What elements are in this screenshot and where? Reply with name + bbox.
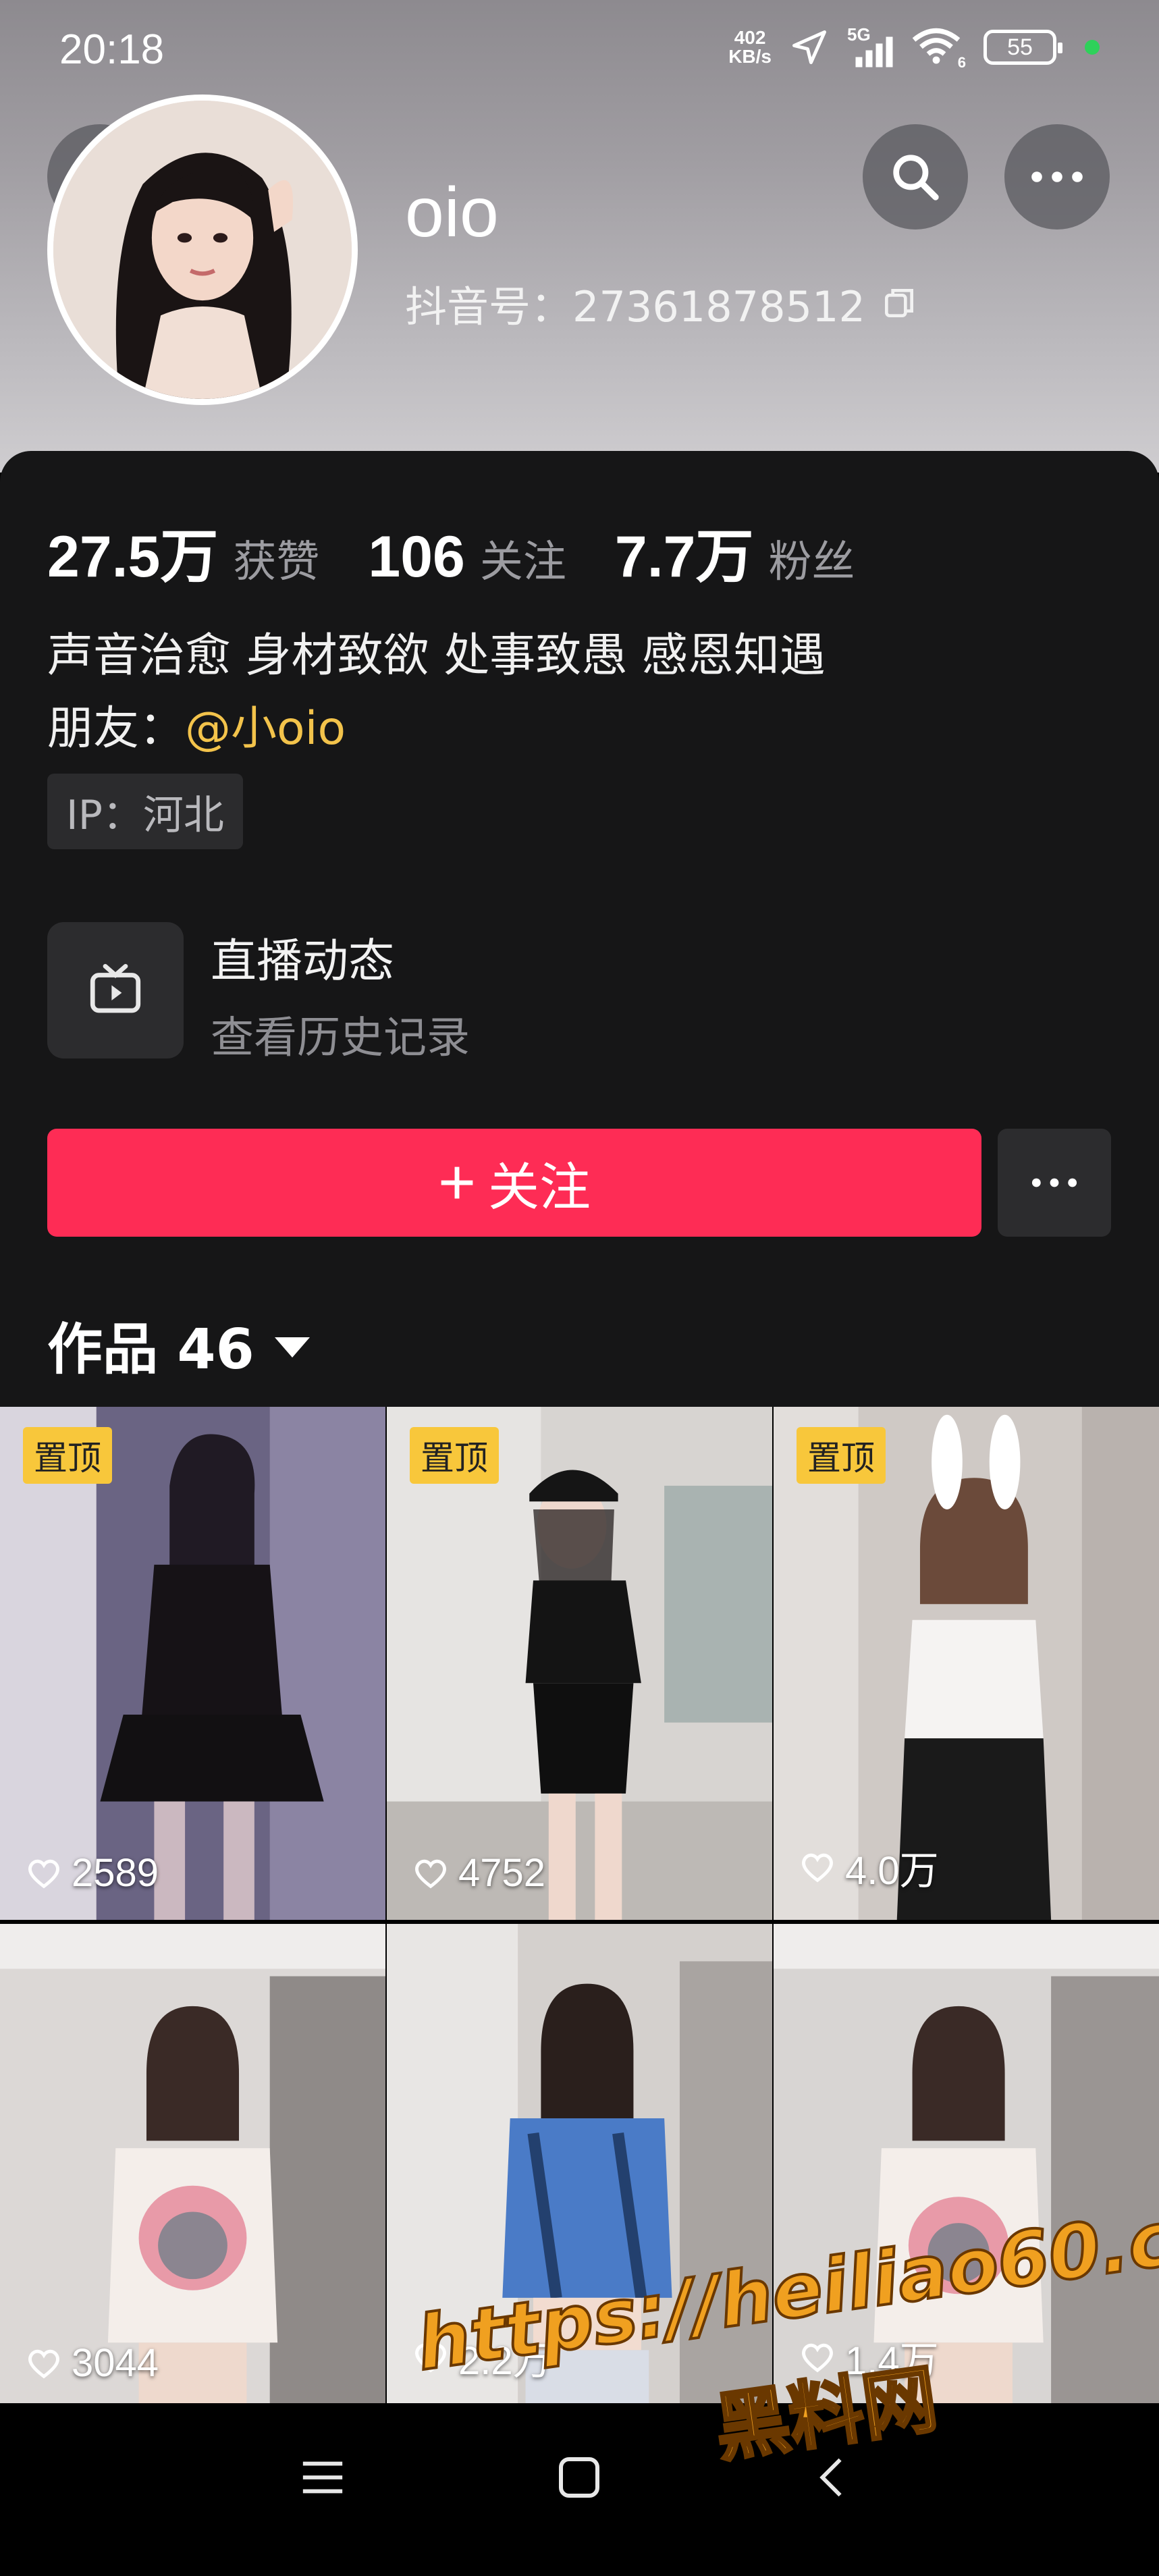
video-cover-image — [387, 1407, 772, 1920]
video-like-count: 3044 — [24, 2340, 159, 2386]
video-thumbnail[interactable]: 置顶 2589 — [0, 1407, 385, 1920]
video-thumbnail[interactable]: 置顶 4752 — [387, 1407, 772, 1920]
bio-friend-line: 朋友：@小oio — [47, 702, 346, 755]
ip-location-tag: IP：河北 — [47, 774, 243, 849]
stat-likes[interactable]: 27.5万 获赞 — [47, 509, 319, 593]
location-arrow-icon — [792, 30, 826, 64]
status-time: 20:18 — [59, 26, 165, 73]
video-thumbnail[interactable]: 3044 — [0, 1924, 385, 2406]
profile-bio: 声音治愈 身材致欲 处事致愚 感恩知遇 朋友：@小oio — [47, 620, 826, 766]
heart-icon — [28, 1859, 59, 1888]
stat-followers[interactable]: 7.7万 粉丝 — [615, 509, 855, 593]
pinned-badge: 置顶 — [23, 1427, 112, 1484]
status-icons: 402 KB/s 5G 6 55 — [728, 24, 1100, 71]
stat-following[interactable]: 106 关注 — [368, 524, 566, 591]
bio-text: 声音治愈 身材致欲 处事致愚 感恩知遇 — [47, 629, 826, 682]
douyin-id[interactable]: 抖音号：2736187851​2 — [405, 273, 918, 333]
caret-down-icon — [274, 1337, 310, 1358]
plus-icon: + — [437, 1146, 477, 1218]
live-history-title[interactable]: 直播动态 — [211, 923, 394, 990]
video-like-count: 4752 — [411, 1850, 545, 1896]
follow-button[interactable]: + 关注 — [47, 1129, 981, 1237]
more-options-button[interactable] — [1004, 124, 1110, 230]
follow-more-button[interactable] — [998, 1129, 1111, 1237]
tab-works[interactable]: 作品 46 — [47, 1304, 310, 1385]
pinned-badge: 置顶 — [797, 1427, 886, 1484]
live-history-subtitle[interactable]: 查看历史记录 — [211, 1003, 470, 1065]
status-bar: 20:18 402 KB/s 5G 6 55 — [0, 0, 1159, 108]
network-speed: 402 KB/s — [728, 27, 772, 67]
video-thumbnail[interactable]: 置顶 4.0万 — [774, 1407, 1159, 1920]
search-button[interactable] — [863, 124, 968, 230]
avatar-image — [53, 101, 352, 399]
heart-icon — [415, 1859, 446, 1888]
live-history-tile[interactable] — [47, 922, 184, 1058]
recent-apps-button[interactable] — [289, 2444, 356, 2511]
tv-icon — [90, 964, 141, 1013]
video-cover-image — [0, 1924, 385, 2406]
battery-indicator: 55 — [983, 30, 1062, 65]
cellular-signal-icon: 5G — [847, 24, 894, 68]
profile-info-card: 27.5万 获赞 106 关注 7.7万 粉丝 声音治愈 身材致欲 处事致愚 感… — [0, 451, 1159, 1407]
video-like-count: 2589 — [24, 1850, 159, 1896]
copy-icon[interactable] — [880, 284, 918, 322]
privacy-dot — [1085, 40, 1100, 55]
more-dots-icon — [1031, 171, 1083, 182]
search-icon — [893, 155, 939, 200]
watermark-name: 黑料网 — [709, 2354, 944, 2473]
heart-icon — [28, 2349, 59, 2378]
more-dots-icon — [1031, 1178, 1077, 1187]
video-cover-image — [0, 1407, 385, 1920]
heart-icon — [802, 1853, 833, 1883]
friend-mention-link[interactable]: @小oio — [185, 702, 346, 755]
video-like-count: 4.0万 — [798, 1839, 939, 1896]
profile-nickname: oio — [405, 173, 499, 252]
menu-icon — [302, 2461, 343, 2494]
avatar[interactable] — [47, 95, 358, 405]
profile-header: 20:18 402 KB/s 5G 6 55 oio 抖音号：273618785… — [0, 0, 1159, 473]
profile-stats: 27.5万 获赞 106 关注 7.7万 粉丝 — [47, 509, 903, 593]
wifi-icon: 6 — [912, 27, 966, 71]
pinned-badge: 置顶 — [410, 1427, 499, 1484]
